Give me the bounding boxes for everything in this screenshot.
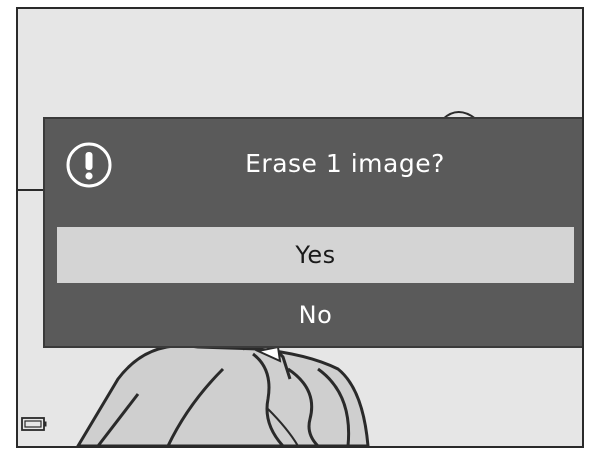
no-option[interactable]: No [57, 287, 574, 343]
battery-icon [21, 417, 47, 431]
dialog-header: Erase 1 image? [45, 119, 582, 221]
warning-icon [66, 142, 112, 188]
dialog-title: Erase 1 image? [245, 149, 445, 178]
yes-option[interactable]: Yes [57, 227, 574, 283]
camera-screen: Erase 1 image? Yes No [16, 7, 584, 448]
erase-confirm-dialog: Erase 1 image? Yes No [43, 117, 582, 348]
